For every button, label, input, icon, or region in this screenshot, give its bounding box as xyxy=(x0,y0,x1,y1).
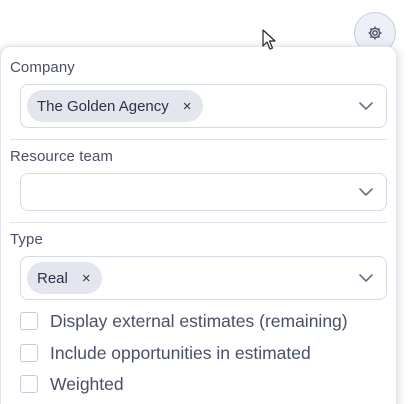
company-label: Company xyxy=(10,59,75,76)
checkbox[interactable] xyxy=(20,344,38,362)
option-display-external-estimates[interactable]: Display external estimates (remaining) xyxy=(20,310,348,332)
company-select[interactable]: The Golden Agency × xyxy=(20,84,387,128)
divider xyxy=(10,139,387,140)
option-label: Display external estimates (remaining) xyxy=(50,310,348,331)
option-label: Include opportunities in estimated xyxy=(50,342,311,363)
option-weighted[interactable]: Weighted xyxy=(20,373,124,395)
filter-popover-screen: Company The Golden Agency × Resource tea… xyxy=(0,0,410,404)
company-chip-label: The Golden Agency xyxy=(37,97,169,115)
resource-team-label: Resource team xyxy=(10,148,114,165)
chevron-down-icon[interactable] xyxy=(358,273,374,283)
divider xyxy=(10,222,387,223)
checkbox[interactable] xyxy=(20,375,38,393)
mouse-cursor-icon xyxy=(262,29,276,50)
option-label: Weighted xyxy=(50,373,124,394)
company-chip: The Golden Agency × xyxy=(27,90,203,122)
chevron-down-icon[interactable] xyxy=(358,101,374,111)
option-include-opportunities[interactable]: Include opportunities in estimated xyxy=(20,342,311,364)
resource-team-select[interactable] xyxy=(20,173,387,211)
chevron-down-icon[interactable] xyxy=(358,187,374,197)
company-chip-remove-icon[interactable]: × xyxy=(183,99,192,114)
checkbox[interactable] xyxy=(20,312,38,330)
type-chip: Real × xyxy=(27,262,102,294)
type-select[interactable]: Real × xyxy=(20,256,387,300)
type-chip-remove-icon[interactable]: × xyxy=(82,271,91,286)
gear-icon xyxy=(367,25,383,41)
type-chip-label: Real xyxy=(37,269,68,287)
type-label: Type xyxy=(10,231,43,248)
filter-dropdown-panel: Company The Golden Agency × Resource tea… xyxy=(0,46,397,404)
